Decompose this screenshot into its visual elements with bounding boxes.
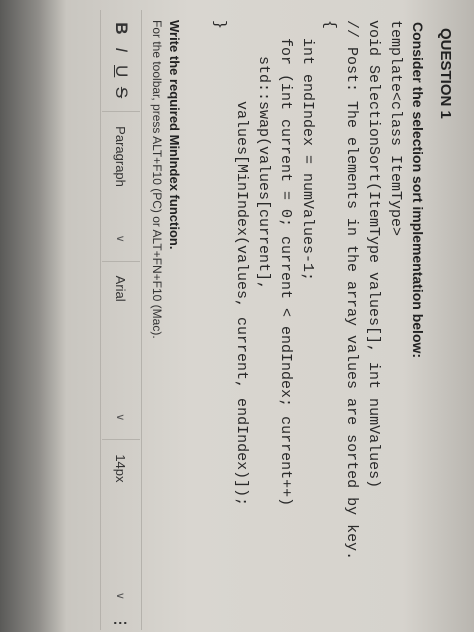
toolbar-hint: For the toolbar, press ALT+F10 (PC) or A… [150,20,164,339]
underline-button[interactable]: U [111,60,131,81]
code-line: // Post: The elements in the array value… [343,20,360,561]
toolbar-divider [102,439,140,441]
editor-toolbar: B I U S Paragraph ∨ Arial ∨ 14px ∨ ⋮ [100,10,142,630]
code-block: template<class ItemType> void SelectionS… [208,20,406,560]
toolbar-divider [102,260,140,262]
code-line: template<class ItemType> [387,20,404,237]
rotated-content: QUESTION 1 Consider the selection sort i… [24,10,464,630]
code-line: { [321,20,338,30]
strikethrough-button[interactable]: S [111,82,131,103]
code-line: } [211,20,228,30]
code-line: std::swap(values[current], [255,20,272,291]
font-size-select-value: 14px [113,454,129,483]
question-prompt: Consider the selection sort implementati… [410,22,426,359]
toolbar-divider [102,111,140,113]
paragraph-select-value: Paragraph [113,126,129,187]
bold-button[interactable]: B [111,18,131,39]
font-select[interactable]: Arial ∨ [114,270,129,432]
font-size-select[interactable]: 14px ∨ [114,448,129,610]
more-options-icon[interactable]: ⋮ [113,616,130,630]
code-line: for (int current = 0; current < endIndex… [277,20,294,507]
task-text: Write the required MinIndex function. [167,20,182,250]
chevron-down-icon: ∨ [114,234,127,243]
page: QUESTION 1 Consider the selection sort i… [0,0,474,632]
code-line: void SelectionSort(ItemType values[], in… [365,20,382,489]
font-select-value: Arial [113,275,129,302]
paragraph-select[interactable]: Paragraph ∨ [114,120,129,253]
chevron-down-icon: ∨ [114,413,127,422]
italic-button[interactable]: I [111,39,131,60]
question-title: QUESTION 1 [437,28,454,119]
code-line: values[MinIndex(values, current, endInde… [233,20,250,507]
chevron-down-icon: ∨ [114,591,127,600]
code-line: int endIndex = numValues-1; [299,20,316,282]
